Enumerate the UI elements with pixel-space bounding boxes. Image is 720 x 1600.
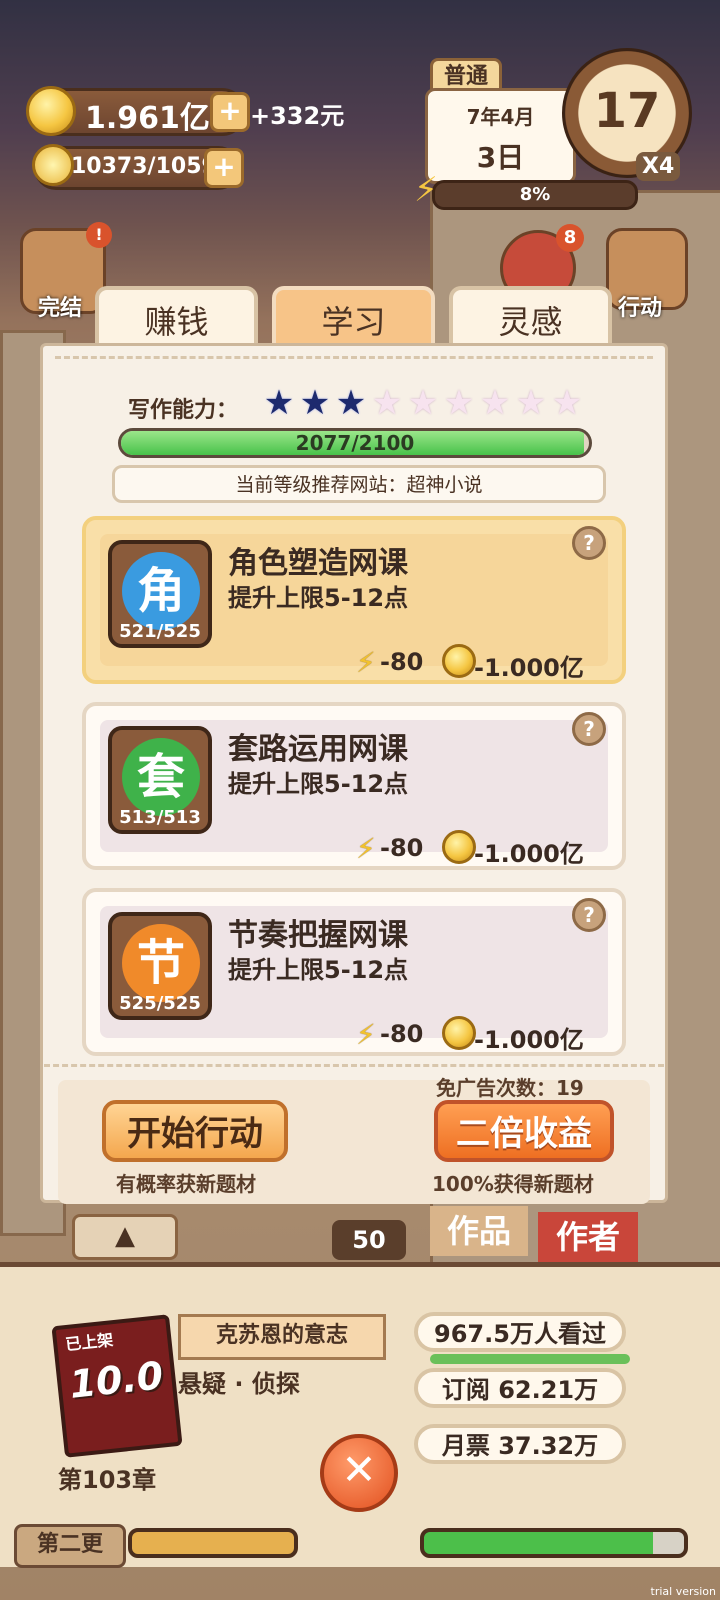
energy-cost-icon: ⚡ — [356, 832, 376, 865]
star-icon: ★ — [335, 383, 367, 423]
alert-badge: ! — [86, 222, 112, 248]
skill-progress-bar: 2077/2100 — [118, 428, 592, 458]
coin-cost-icon — [442, 644, 476, 678]
lightning-icon: ⚡ — [414, 170, 438, 210]
course-icon-char: 节 — [122, 924, 200, 1002]
course-card-role[interactable]: 角 521/525 角色塑造网课 提升上限5-12点 ? ⚡ -80 -1.00… — [82, 516, 626, 684]
works-tab[interactable]: 作品 — [430, 1206, 528, 1256]
monthly-ticket-stat: 月票 37.32万 — [414, 1424, 626, 1464]
course-icon-char: 套 — [122, 738, 200, 816]
help-icon[interactable]: ? — [572, 712, 606, 746]
course-icon-char: 角 — [122, 552, 200, 630]
course-title: 套路运用网课 — [228, 732, 408, 767]
money-value: 1.961亿 — [85, 101, 210, 136]
course-icon: 节 525/525 — [108, 912, 212, 1020]
complete-label: 完结 — [38, 296, 83, 321]
help-icon[interactable]: ? — [572, 526, 606, 560]
course-count: 525/525 — [119, 993, 201, 1014]
writing-progress-bar — [420, 1528, 688, 1558]
calendar: 7年4月 3日 — [425, 88, 576, 184]
subscription-stat: 订阅 62.21万 — [414, 1368, 626, 1408]
energy-cost-icon: ⚡ — [356, 646, 376, 679]
time-progress-text: 8% — [519, 184, 551, 205]
course-card-routine[interactable]: 套 513/513 套路运用网课 提升上限5-12点 ? ⚡ -80 -1.00… — [82, 702, 626, 870]
writing-skill-label: 写作能力： — [128, 398, 239, 423]
coin-icon — [26, 86, 76, 136]
second-update-button[interactable]: 第二更 — [14, 1524, 126, 1568]
double-reward-subtitle: 100%获得新题材 — [432, 1172, 594, 1196]
double-reward-button[interactable]: 二倍收益 — [434, 1100, 614, 1162]
coin-cost: -1.000亿 — [474, 840, 584, 868]
star-icon: ★ — [407, 383, 439, 423]
energy-cost: -80 — [380, 648, 424, 676]
watermark: trial version — [650, 1585, 716, 1598]
course-desc: 提升上限5-12点 — [228, 584, 409, 612]
star-icon: ★ — [299, 383, 331, 423]
views-stat: 967.5万人看过 — [414, 1312, 626, 1352]
book-stamp: 已上架 — [64, 1330, 115, 1355]
energy-cost: -80 — [380, 834, 424, 862]
course-desc: 提升上限5-12点 — [228, 956, 409, 984]
book-cover[interactable]: 已上架 10.0 — [51, 1314, 183, 1458]
star-icon: ★ — [551, 383, 583, 423]
calendar-day: 3日 — [476, 141, 525, 174]
coin-cost: -1.000亿 — [474, 654, 584, 682]
task-badge: 8 — [556, 224, 584, 252]
clock-day: 17 — [593, 83, 661, 139]
views-bar — [430, 1354, 630, 1364]
speed-button[interactable]: X4 — [636, 152, 681, 181]
collapse-arrow-button[interactable]: ▲ — [72, 1214, 178, 1260]
calendar-month: 7年4月 — [466, 105, 535, 129]
course-icon: 套 513/513 — [108, 726, 212, 834]
star-icon: ★ — [371, 383, 403, 423]
coin-cost-icon — [442, 830, 476, 864]
skill-progress-text: 2077/2100 — [295, 431, 415, 455]
help-icon[interactable]: ? — [572, 898, 606, 932]
close-button[interactable]: ✕ — [320, 1434, 398, 1512]
energy-cost-icon: ⚡ — [356, 1018, 376, 1051]
ad-free-count: 免广告次数：19 — [436, 1076, 584, 1100]
star-icon: ★ — [479, 383, 511, 423]
money-income: +332元 — [250, 102, 345, 130]
course-count: 521/525 — [119, 621, 201, 642]
update-progress-bar — [128, 1528, 298, 1558]
star-icon: ★ — [263, 383, 295, 423]
course-desc: 提升上限5-12点 — [228, 770, 409, 798]
footer-divider — [44, 1064, 664, 1067]
coin-cost: -1.000亿 — [474, 1026, 584, 1054]
skill-stars: ★ ★ ★ ★ ★ ★ ★ ★ ★ — [262, 386, 584, 422]
star-icon: ★ — [443, 383, 475, 423]
count-badge: 50 — [332, 1220, 406, 1260]
book-chapter: 第103章 — [58, 1466, 157, 1494]
add-energy-button[interactable]: + — [204, 148, 244, 188]
recommended-site: 当前等级推荐网站：超神小说 — [112, 465, 606, 503]
add-money-button[interactable]: + — [210, 92, 250, 132]
course-title: 角色塑造网课 — [228, 546, 408, 581]
author-tab[interactable]: 作者 — [538, 1212, 638, 1262]
course-count: 513/513 — [119, 807, 201, 828]
energy-cost: -80 — [380, 1020, 424, 1048]
time-progress-bar: 8% — [432, 180, 638, 210]
course-title: 节奏把握网课 — [228, 918, 408, 953]
lightbulb-icon — [32, 144, 74, 186]
book-title: 克苏恩的意志 — [178, 1314, 386, 1360]
course-icon: 角 521/525 — [108, 540, 212, 648]
star-icon: ★ — [515, 383, 547, 423]
start-action-subtitle: 有概率获新题材 — [116, 1172, 256, 1196]
start-action-button[interactable]: 开始行动 — [102, 1100, 288, 1162]
action-label: 行动 — [618, 296, 663, 321]
book-genre: 悬疑 · 侦探 — [178, 1370, 300, 1398]
book-score: 10.0 — [67, 1353, 166, 1407]
coin-cost-icon — [442, 1016, 476, 1050]
course-card-rhythm[interactable]: 节 525/525 节奏把握网课 提升上限5-12点 ? ⚡ -80 -1.00… — [82, 888, 626, 1056]
